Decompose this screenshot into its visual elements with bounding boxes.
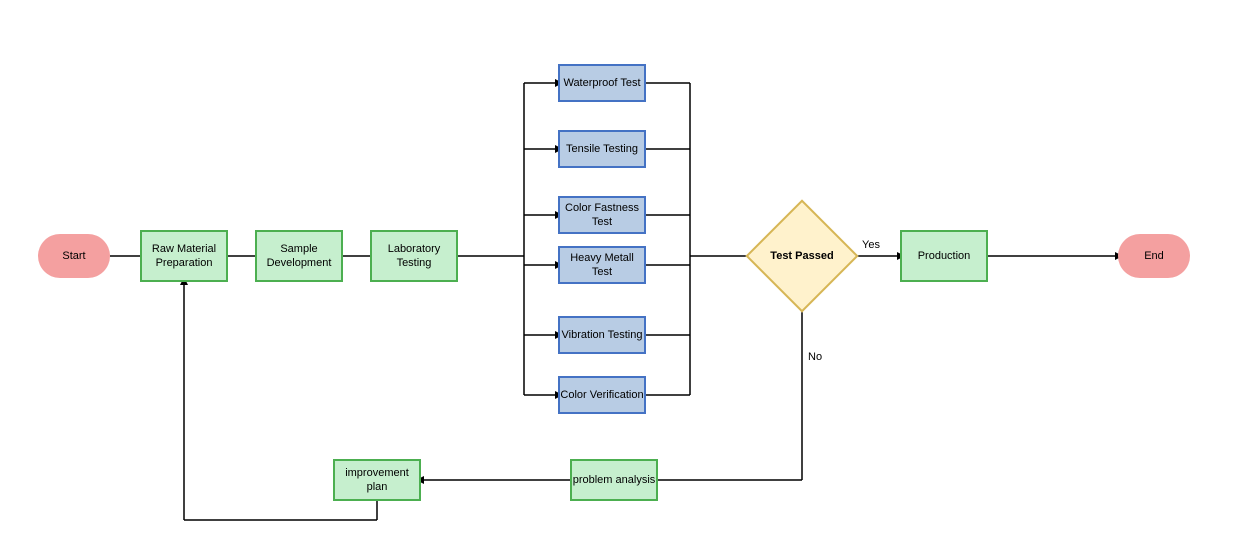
sample-label: Sample Development <box>257 242 341 271</box>
flowchart-diagram: Yes No Start Raw Material Preparation Sa… <box>0 0 1259 556</box>
start-node: Start <box>38 234 110 278</box>
raw-material-label: Raw Material Preparation <box>142 242 226 271</box>
waterproof-label: Waterproof Test <box>563 76 640 90</box>
problem-analysis-label: problem analysis <box>573 473 656 487</box>
improvement-plan-node: improvement plan <box>333 459 421 501</box>
color-fastness-node: Color Fastness Test <box>558 196 646 234</box>
vibration-node: Vibration Testing <box>558 316 646 354</box>
end-node: End <box>1118 234 1190 278</box>
production-node: Production <box>900 230 988 282</box>
production-label: Production <box>918 249 971 263</box>
svg-text:Yes: Yes <box>862 239 880 251</box>
svg-text:No: No <box>808 351 822 363</box>
problem-analysis-node: problem analysis <box>570 459 658 501</box>
improvement-plan-label: improvement plan <box>335 466 419 495</box>
end-label: End <box>1144 249 1164 263</box>
tensile-label: Tensile Testing <box>566 142 638 156</box>
lab-node: Laboratory Testing <box>370 230 458 282</box>
waterproof-node: Waterproof Test <box>558 64 646 102</box>
lab-label: Laboratory Testing <box>372 242 456 271</box>
color-verify-label: Color Verification <box>560 388 643 402</box>
heavy-metal-label: Heavy Metall Test <box>560 251 644 280</box>
tensile-node: Tensile Testing <box>558 130 646 168</box>
color-fastness-label: Color Fastness Test <box>560 201 644 230</box>
start-label: Start <box>62 249 85 263</box>
color-verify-node: Color Verification <box>558 376 646 414</box>
vibration-label: Vibration Testing <box>562 328 643 342</box>
raw-material-node: Raw Material Preparation <box>140 230 228 282</box>
sample-node: Sample Development <box>255 230 343 282</box>
heavy-metal-node: Heavy Metall Test <box>558 246 646 284</box>
